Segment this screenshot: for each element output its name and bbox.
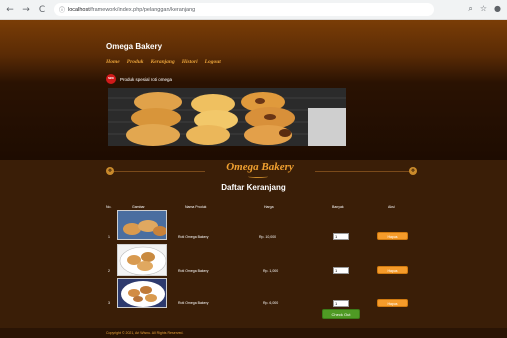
reload-icon[interactable]: C [36,4,48,16]
header-aksi: Aksi [388,205,395,209]
copyright-text: Copyright © 2021, Ari Wisnu. All Rights … [106,331,184,335]
row-no: 1 [108,235,110,239]
product-name: Roti Omega Bakery [178,269,209,273]
product-price: Rp. 1,000 [263,269,279,273]
header-gambar: Gambar [132,205,145,209]
forward-icon[interactable]: → [20,4,32,16]
header-harga: Harga [264,205,274,209]
url-path: /framework/index.php/pelanggan/keranjang [89,6,196,13]
search-icon[interactable]: ⌕ [468,4,472,14]
menu-item-histori[interactable]: Histori [182,59,198,65]
hero-image-bread [108,88,346,146]
back-icon[interactable]: ← [4,4,16,16]
checkout-button[interactable]: Check Out [322,309,360,319]
quantity-input[interactable]: 1 [333,233,349,240]
delete-button[interactable]: Hapus [377,232,408,240]
main-menu: Home Produk Keranjang Histori Logout [106,59,221,65]
delete-button[interactable]: Hapus [377,266,408,274]
quantity-input[interactable]: 1 [333,300,349,307]
quantity-input[interactable]: 1 [333,267,349,274]
product-image [117,278,167,308]
row-no: 3 [108,301,110,305]
brand-logo: Omega Bakery [205,161,315,173]
header-nama-produk: Nama Produk [185,205,207,209]
product-price: Rp. 6,000 [263,301,279,305]
profile-icon[interactable]: ● [494,4,501,14]
cart-section: ❖ ❖ Omega Bakery Daftar Keranjang [0,160,507,328]
left-ornament-icon: ❖ [106,167,114,175]
cart-title: Daftar Keranjang [221,183,286,192]
promo-text: Produk spesial roti omega [120,76,173,82]
row-no: 2 [108,269,110,273]
product-image [117,210,167,240]
right-ornament-icon: ❖ [409,167,417,175]
menu-item-keranjang[interactable]: Keranjang [151,59,175,65]
url-host: localhost [68,6,90,13]
swirl-ornament [248,175,268,178]
menu-item-logout[interactable]: Logout [205,59,221,65]
address-bar[interactable]: ⓘ localhost /framework/index.php/pelangg… [54,3,434,16]
product-image [117,244,167,276]
product-price: Rp. 10,000 [259,235,277,239]
site-footer [0,328,507,338]
info-icon[interactable]: ⓘ [59,5,65,14]
site-title: Omega Bakery [106,42,163,51]
product-name: Roti Omega Bakery [178,235,209,239]
header-no: No. [106,205,112,209]
menu-item-home[interactable]: Home [106,59,120,65]
browser-toolbar: ← → C ⓘ localhost /framework/index.php/p… [0,0,507,20]
menu-item-produk[interactable]: Produk [127,59,144,65]
star-icon[interactable]: ☆ [480,4,487,14]
product-name: Roti Omega Bakery [178,301,209,305]
delete-button[interactable]: Hapus [377,299,408,307]
promo-banner: NEW Produk spesial roti omega [106,74,172,84]
new-badge: NEW [106,74,116,84]
web-page: Omega Bakery Home Produk Keranjang Histo… [0,20,507,338]
header-banyak: Banyak [332,205,344,209]
